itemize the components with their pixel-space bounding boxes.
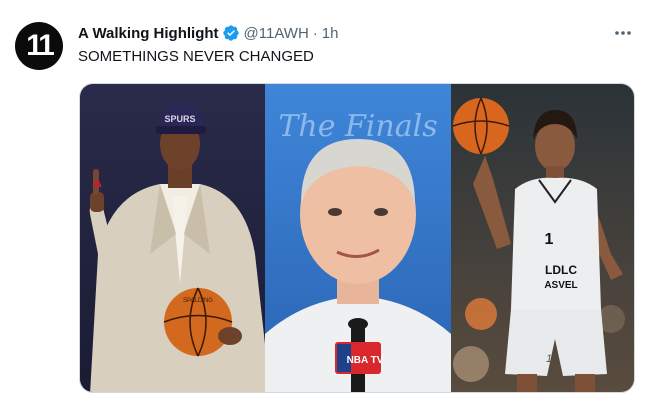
ball-brand: SPALDING	[183, 298, 213, 304]
mic-flag-logo: NBA TV	[347, 355, 384, 366]
separator-dot: ·	[312, 24, 318, 42]
tweet-timestamp[interactable]: 1h	[322, 25, 339, 42]
media-panel-draft-photo[interactable]: SPURS SPALDING	[80, 84, 265, 392]
verified-badge-icon	[222, 25, 239, 41]
author-display-name[interactable]: A Walking Highlight	[78, 25, 219, 42]
shorts-number: 1	[546, 353, 552, 365]
jersey-team: ASVEL	[544, 280, 577, 291]
tweet-header: A Walking Highlight @11AWH · 1h	[78, 22, 338, 44]
jersey-sponsor: LDLC	[545, 263, 577, 277]
avatar-logo: 11	[26, 29, 55, 62]
jersey-number: 1	[545, 231, 554, 248]
media-panel-player-photo[interactable]: 1 LDLC ASVEL 1	[451, 84, 634, 392]
tweet-media[interactable]: SPURS SPALDING The Finals NBA TV 1 LDLC …	[79, 83, 635, 393]
tweet[interactable]: 11 A Walking Highlight @11AWH · 1h SOMET…	[0, 0, 646, 407]
tweet-text: SOMETHINGS NEVER CHANGED	[78, 48, 314, 65]
author-handle[interactable]: @11AWH	[244, 25, 309, 42]
media-panel-coach-photo[interactable]: The Finals NBA TV	[265, 84, 451, 392]
finals-backdrop-logo: The Finals	[278, 109, 437, 144]
cap-logo: SPURS	[164, 114, 195, 124]
author-avatar[interactable]: 11	[15, 22, 63, 70]
more-options-icon[interactable]	[612, 22, 634, 44]
